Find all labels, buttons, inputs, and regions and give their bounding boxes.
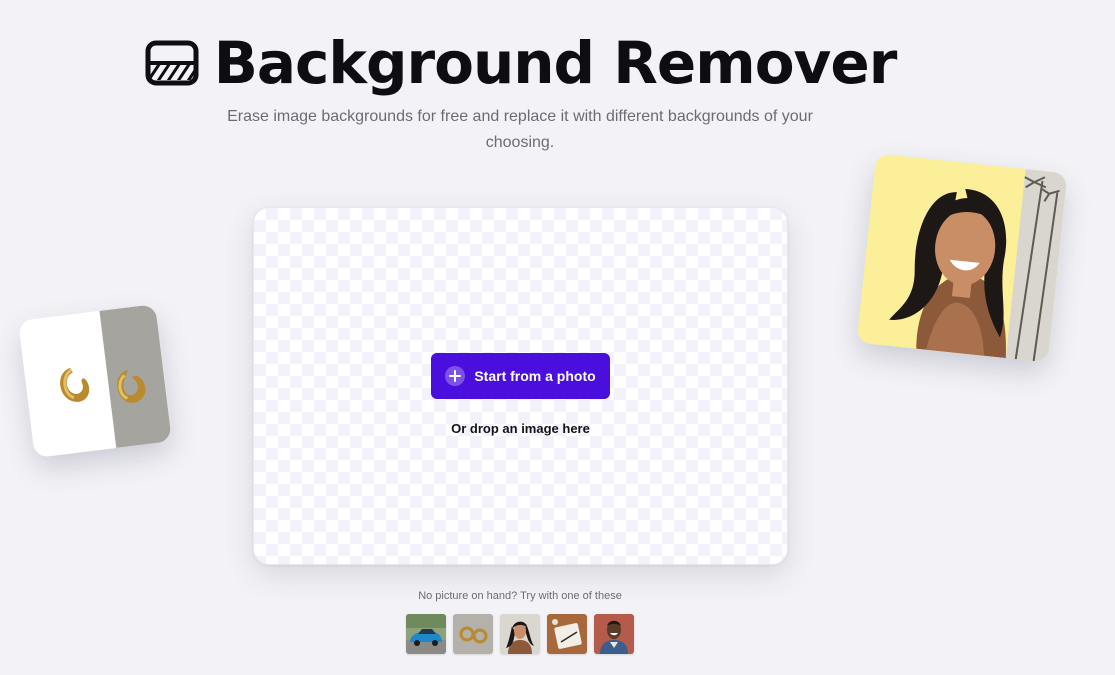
- earrings-example-image: [18, 304, 172, 458]
- portrait-example-image: [856, 153, 1068, 363]
- background-remover-icon: [144, 38, 200, 88]
- earrings-photo-icon: [453, 614, 493, 654]
- woman-photo-icon: [500, 614, 540, 654]
- notebook-photo-icon: [547, 614, 587, 654]
- image-drop-zone[interactable]: Start from a photo Or drop an image here: [253, 207, 788, 565]
- sample-man-thumbnail[interactable]: [594, 614, 634, 654]
- drop-image-hint: Or drop an image here: [451, 421, 590, 436]
- sample-earrings-thumbnail[interactable]: [453, 614, 493, 654]
- earrings-example-card: [18, 304, 172, 458]
- page-subtitle: Erase image backgrounds for free and rep…: [227, 108, 813, 151]
- start-from-photo-label: Start from a photo: [474, 368, 596, 384]
- man-photo-icon: [594, 614, 634, 654]
- sample-notebook-thumbnail[interactable]: [547, 614, 587, 654]
- sample-woman-thumbnail[interactable]: [500, 614, 540, 654]
- page-header: Background Remover: [0, 30, 1040, 96]
- plus-icon: [445, 366, 466, 386]
- portrait-example-card: [856, 153, 1068, 363]
- sample-images-list: [406, 614, 634, 654]
- page-title: Background Remover: [213, 29, 898, 97]
- start-from-photo-button[interactable]: Start from a photo: [431, 353, 610, 399]
- car-photo-icon: [406, 614, 446, 654]
- background-remover-page: Background Remover Erase image backgroun…: [0, 0, 1115, 675]
- sample-images-label: No picture on hand? Try with one of thes…: [418, 590, 622, 602]
- sample-car-thumbnail[interactable]: [406, 614, 446, 654]
